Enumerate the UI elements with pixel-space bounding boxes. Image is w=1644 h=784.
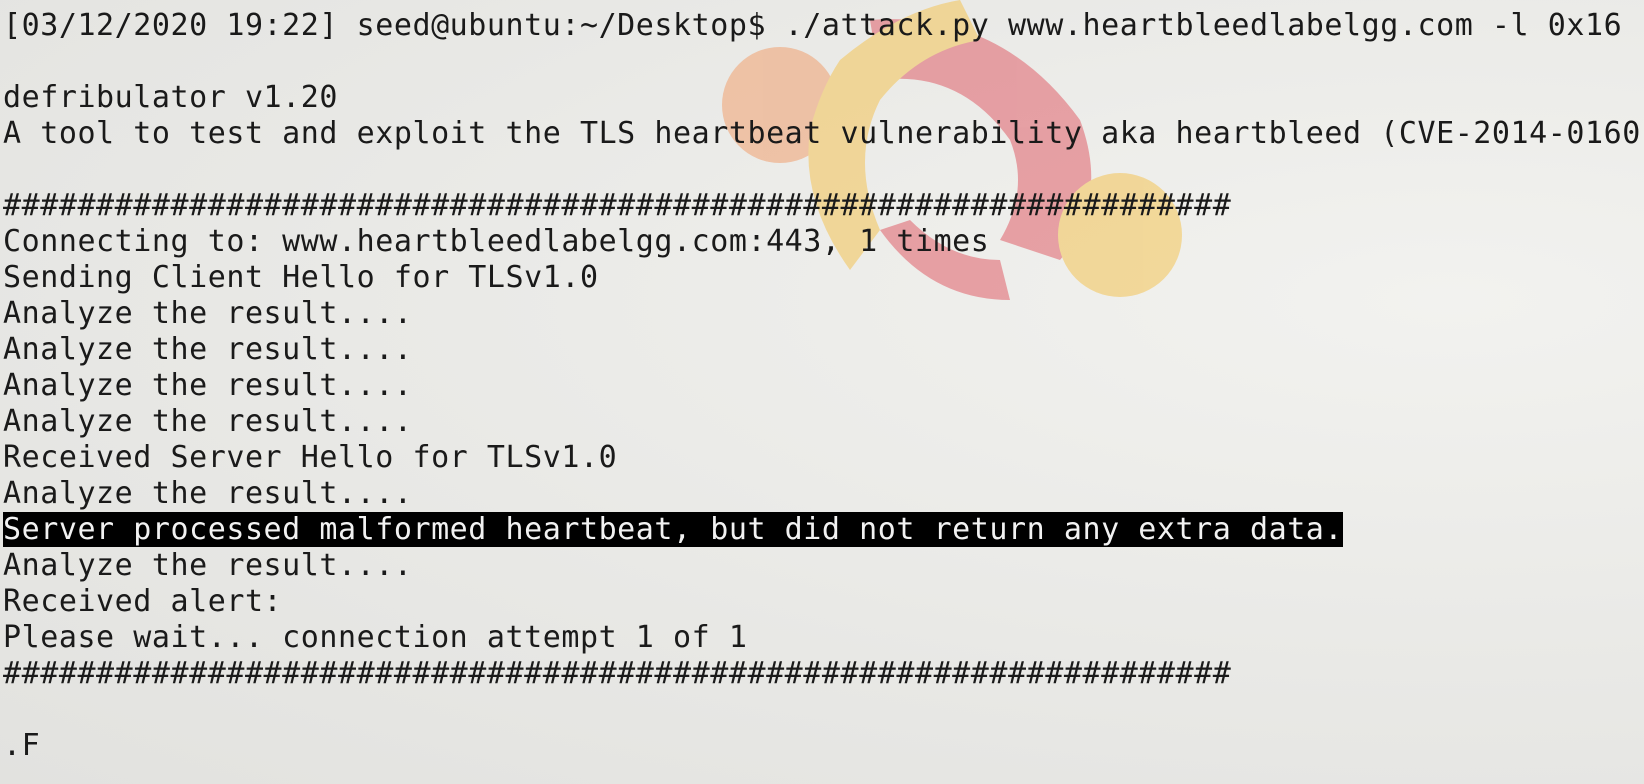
output-line: Analyze the result....: [3, 296, 1644, 332]
line-text: Analyze the result....: [3, 476, 413, 511]
output-line: Analyze the result....: [3, 548, 1644, 584]
output-line: defribulator v1.20: [3, 80, 1644, 116]
output-line: Analyze the result....: [3, 332, 1644, 368]
separator-line: ########################################…: [3, 656, 1644, 692]
line-text: ########################################…: [3, 656, 1232, 691]
line-text[interactable]: Server processed malformed heartbeat, bu…: [3, 512, 1344, 547]
terminal-output[interactable]: [03/12/2020 19:22] seed@ubuntu:~/Desktop…: [3, 8, 1644, 764]
output-line: .F: [3, 728, 1644, 764]
line-text: Received Server Hello for TLSv1.0: [3, 440, 618, 475]
output-line: Connecting to: www.heartbleedlabelgg.com…: [3, 224, 1644, 260]
line-text: [03/12/2020 19:22] seed@ubuntu:~/Desktop…: [3, 8, 1623, 43]
output-line: Analyze the result....: [3, 404, 1644, 440]
line-text: Analyze the result....: [3, 548, 413, 583]
terminal-window[interactable]: [03/12/2020 19:22] seed@ubuntu:~/Desktop…: [0, 0, 1644, 784]
command-prompt-line: [03/12/2020 19:22] seed@ubuntu:~/Desktop…: [3, 8, 1644, 44]
output-line: A tool to test and exploit the TLS heart…: [3, 116, 1644, 152]
output-line: Analyze the result....: [3, 476, 1644, 512]
line-text: A tool to test and exploit the TLS heart…: [3, 116, 1644, 151]
line-text: Connecting to: www.heartbleedlabelgg.com…: [3, 224, 990, 259]
line-text: Analyze the result....: [3, 368, 413, 403]
output-line: Received alert:: [3, 584, 1644, 620]
selected-output-line: Server processed malformed heartbeat, bu…: [3, 512, 1644, 548]
line-text: ########################################…: [3, 188, 1232, 223]
output-line: Sending Client Hello for TLSv1.0: [3, 260, 1644, 296]
output-line: Please wait... connection attempt 1 of 1: [3, 620, 1644, 656]
line-text: Please wait... connection attempt 1 of 1: [3, 620, 748, 655]
output-line: Received Server Hello for TLSv1.0: [3, 440, 1644, 476]
separator-line: ########################################…: [3, 188, 1644, 224]
line-text: Analyze the result....: [3, 332, 413, 367]
line-text: Received alert:: [3, 584, 283, 619]
line-text: Analyze the result....: [3, 296, 413, 331]
output-line: Analyze the result....: [3, 368, 1644, 404]
line-text: .F: [3, 728, 41, 763]
line-text: Sending Client Hello for TLSv1.0: [3, 260, 599, 295]
line-text: defribulator v1.20: [3, 80, 339, 115]
line-text: Analyze the result....: [3, 404, 413, 439]
